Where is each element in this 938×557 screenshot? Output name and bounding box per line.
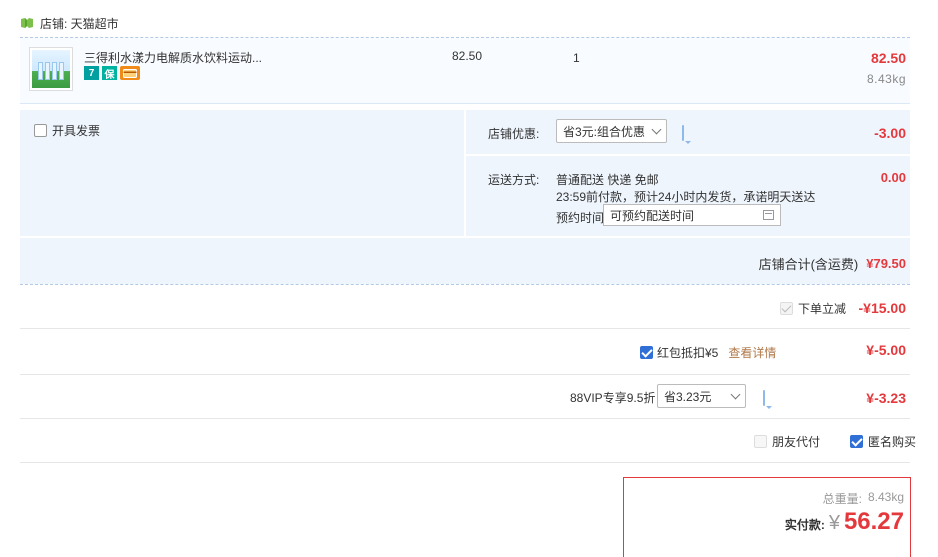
- friend-pay-checkbox: [754, 435, 767, 448]
- store-discount-value: 省3元:组合优惠: [563, 124, 646, 139]
- friend-pay-option: 朋友代付: [754, 433, 820, 450]
- red-packet-label: 红包抵扣¥5: [657, 346, 719, 360]
- shipping-method: 普通配送 快递 免邮: [556, 173, 659, 187]
- unit-price: 82.50: [452, 49, 483, 63]
- total-payment: 实付款: ¥ 56.27: [785, 508, 904, 536]
- invoice-option[interactable]: 开具发票: [34, 122, 100, 139]
- vip-discount-select[interactable]: 省3.23元: [657, 384, 746, 408]
- store-total-label: 店铺合计(含运费): [758, 257, 859, 272]
- seven-day-return-icon[interactable]: 7: [84, 66, 99, 80]
- instant-discount-option: 下单立减: [780, 300, 846, 317]
- invoice-label: 开具发票: [52, 124, 101, 138]
- schedule-label: 预约时间: [556, 211, 605, 225]
- tmall-store-icon: [21, 18, 33, 28]
- pay-label: 实付款:: [784, 518, 825, 532]
- cart-item-row: [20, 38, 910, 104]
- invoice-checkbox[interactable]: [34, 124, 47, 137]
- anonymous-label: 匿名购买: [868, 435, 917, 449]
- schedule-placeholder: 可预约配送时间: [610, 208, 695, 223]
- calendar-icon: [763, 210, 774, 220]
- vip-discount-value: 省3.23元: [664, 389, 712, 404]
- store-total-amount: ¥79.50: [866, 256, 906, 271]
- shipping-amount: 0.00: [880, 170, 906, 185]
- store-discount-select[interactable]: 省3元:组合优惠: [556, 119, 667, 143]
- message-icon[interactable]: [682, 125, 684, 141]
- chevron-down-icon: [730, 389, 741, 399]
- store-header: 店铺: 天猫超市: [20, 14, 119, 32]
- shipping-label: 运送方式:: [488, 173, 540, 187]
- credit-card-icon[interactable]: [120, 66, 140, 80]
- total-weight: 总重量: 8.43kg: [823, 490, 904, 507]
- schedule-time-input[interactable]: 可预约配送时间: [603, 204, 781, 226]
- vip-label: 88VIP专享9.5折: [570, 391, 656, 405]
- currency-symbol: ¥: [828, 512, 840, 534]
- quantity: 1: [573, 51, 580, 65]
- pay-amount: 56.27: [843, 508, 904, 535]
- divider: [20, 374, 910, 375]
- total-weight-value: 8.43kg: [867, 490, 904, 504]
- divider: [20, 462, 910, 463]
- total-weight-label: 总重量:: [822, 492, 862, 506]
- product-thumbnail[interactable]: [29, 47, 73, 91]
- instant-discount-label: 下单立减: [798, 302, 847, 316]
- item-weight: 8.43kg: [866, 72, 906, 86]
- divider: [20, 328, 910, 329]
- store-total: 店铺合计(含运费) ¥79.50: [759, 254, 906, 273]
- anonymous-checkbox[interactable]: [850, 435, 863, 448]
- guarantee-icon[interactable]: 保: [102, 66, 117, 81]
- vip-amount: ¥-3.23: [866, 390, 906, 406]
- store-discount-label: 店铺优惠:: [488, 127, 540, 141]
- item-subtotal: 82.50: [870, 50, 906, 66]
- red-packet-checkbox[interactable]: [640, 346, 653, 359]
- store-name[interactable]: 店铺: 天猫超市: [40, 15, 119, 32]
- divider: [20, 284, 910, 285]
- instant-discount-amount: -¥15.00: [858, 300, 906, 316]
- service-badges: 7 保: [84, 66, 140, 81]
- instant-discount-checkbox: [780, 302, 793, 315]
- red-packet-amount: ¥-5.00: [866, 342, 906, 358]
- red-packet-details-link[interactable]: 查看详情: [728, 344, 776, 361]
- chevron-down-icon: [651, 124, 662, 134]
- product-name[interactable]: 三得利水漾力电解质水饮料运动...: [84, 49, 262, 66]
- shipping-note: 23:59前付款，预计24小时内发货，承诺明天送达: [556, 190, 816, 204]
- anonymous-option[interactable]: 匿名购买: [850, 433, 916, 450]
- friend-pay-label: 朋友代付: [772, 435, 821, 449]
- divider: [20, 418, 910, 419]
- red-packet-option[interactable]: 红包抵扣¥5 查看详情: [640, 344, 776, 361]
- store-discount-amount: -3.00: [874, 125, 906, 141]
- message-icon[interactable]: [763, 390, 765, 406]
